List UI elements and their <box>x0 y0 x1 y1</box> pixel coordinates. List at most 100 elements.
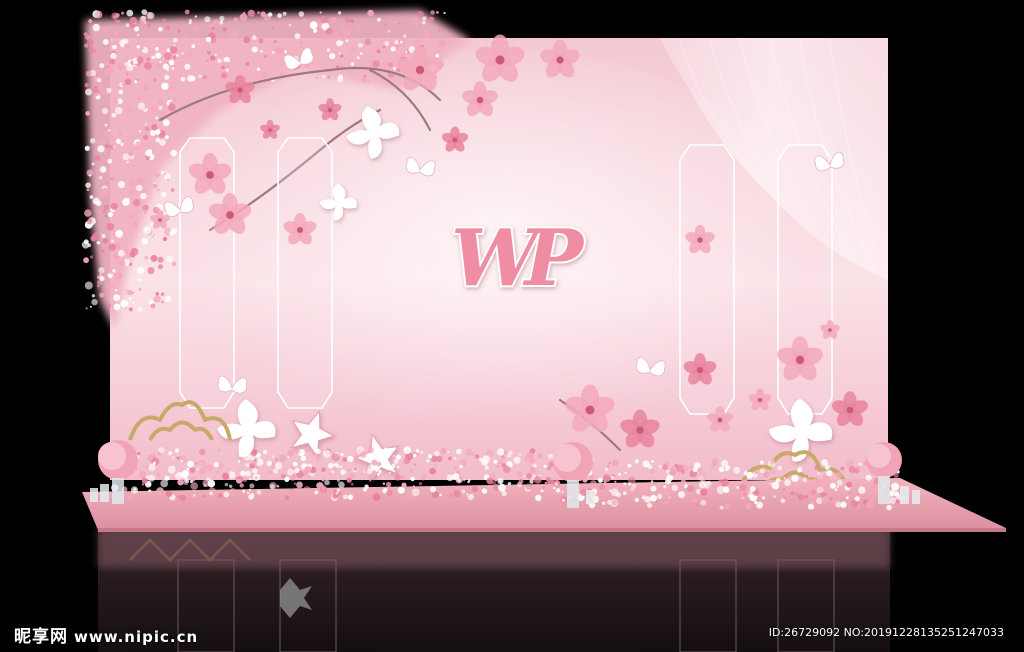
blossom-dot <box>143 84 150 91</box>
floor-flower-dot <box>312 452 319 459</box>
floor-flower-dot <box>688 465 694 470</box>
floor-flower-dot <box>494 478 498 482</box>
floor-flower-dot <box>375 496 378 499</box>
floor-flower-dot <box>762 466 766 471</box>
blossom-dot <box>217 58 222 63</box>
floor-flower-dot <box>811 501 815 505</box>
blossom-dot <box>111 113 117 118</box>
floor-flower-dot <box>770 459 776 464</box>
blossom-dot <box>155 116 159 120</box>
floor-flower-dot <box>628 482 632 486</box>
floor-flower-dot <box>478 457 483 462</box>
floor-flower-dot <box>517 493 521 497</box>
blossom-dot <box>157 99 164 105</box>
floor-flower-dot <box>371 459 378 466</box>
floor-flower-dot <box>461 489 466 494</box>
floor-flower-dot <box>718 479 723 483</box>
floor-flower-dot <box>650 494 657 502</box>
blossom-dot <box>367 80 370 83</box>
blossom-dot <box>115 138 121 144</box>
floor-flower-dot <box>300 455 307 462</box>
floor-flower-dot <box>535 494 542 502</box>
floor-flower-dot <box>362 487 367 492</box>
floor-flower-dot <box>439 493 442 497</box>
floor-flower-dot <box>766 479 769 483</box>
floor-flower-dot <box>601 501 606 505</box>
blossom-dot <box>400 40 403 44</box>
blossom-dot <box>206 36 212 43</box>
floor-flower-dot <box>821 495 830 504</box>
blossom-dot <box>112 44 117 50</box>
blossom-dot <box>154 172 160 178</box>
blossom-dot <box>155 292 159 296</box>
blossom-dot <box>144 255 149 260</box>
floor-flower-dot <box>836 485 840 488</box>
blossom-dot <box>159 138 166 146</box>
blossom-dot <box>114 19 119 24</box>
blossom-dot <box>260 11 266 17</box>
floor-flower-dot <box>724 503 731 510</box>
wedding-backdrop-scene: WP <box>0 0 1024 652</box>
blossom-dot <box>102 238 109 244</box>
blossom-dot <box>225 68 229 72</box>
blossom-dot <box>141 238 148 245</box>
floor-flower-dot <box>544 481 548 485</box>
floor-flower-dot <box>203 465 207 468</box>
floor-flower-dot <box>401 475 406 479</box>
floor-flower-dot <box>240 454 244 458</box>
blossom-dot <box>261 72 268 79</box>
blossom-dot <box>340 54 344 58</box>
floor-flower-dot <box>420 451 423 454</box>
blossom-dot <box>158 106 163 110</box>
blossom-dot <box>320 15 329 24</box>
floor-flower-dot <box>198 459 205 466</box>
floor-flower-dot <box>237 460 241 463</box>
floor-flower-dot <box>481 488 488 494</box>
blossom-dot <box>329 53 336 59</box>
floor-flower-dot <box>681 479 686 484</box>
blossom-dot <box>168 103 176 112</box>
floor-flower-dot <box>791 474 799 482</box>
blossom-dot <box>339 40 344 45</box>
blossom-dot <box>128 307 133 312</box>
floor-flower-dot <box>167 465 176 474</box>
blossom-dot <box>149 68 153 73</box>
blossom-dot <box>91 294 96 298</box>
blossom-dot <box>382 45 386 49</box>
floor-flower-dot <box>395 454 402 460</box>
blossom-dot <box>134 26 140 32</box>
floor-flower-dot <box>634 459 640 464</box>
floor-flower-dot <box>141 477 148 484</box>
floor-flower-dot <box>179 494 186 502</box>
floor-flower-dot <box>780 498 786 503</box>
floor-flower-dot <box>824 465 830 471</box>
blossom-dot <box>268 12 273 17</box>
floor-flower-dot <box>612 474 615 477</box>
blossom-dot <box>117 20 120 23</box>
blossom-dot <box>114 40 117 43</box>
blossom-dot <box>152 147 156 151</box>
blossom-dot <box>85 307 88 310</box>
blossom-dot <box>357 42 363 48</box>
floor-flower-dot <box>733 466 741 474</box>
floor-flower-dot <box>137 452 141 456</box>
blossom-dot <box>113 294 121 302</box>
blossom-dot <box>99 166 107 173</box>
blossom-dot <box>161 191 167 198</box>
blossom-dot <box>90 255 93 259</box>
blossom-dot <box>127 213 134 220</box>
blossom-dot <box>117 181 126 189</box>
floor-flower-dot <box>497 477 504 485</box>
floor-flower-dot <box>816 486 824 494</box>
floor-flower-dot <box>624 471 627 474</box>
blossom-dot <box>133 199 141 207</box>
blossom-dot <box>129 251 136 258</box>
floor-flower-dot <box>708 484 715 492</box>
floor-flower-dot <box>251 450 257 457</box>
floor-flower-dot <box>756 501 764 509</box>
blossom-dot <box>383 23 387 27</box>
floor-flower-dot <box>250 492 255 498</box>
floor-flower-dot <box>681 470 686 475</box>
floor-flower-dot <box>650 468 655 474</box>
floor-flower-dot <box>331 453 340 462</box>
